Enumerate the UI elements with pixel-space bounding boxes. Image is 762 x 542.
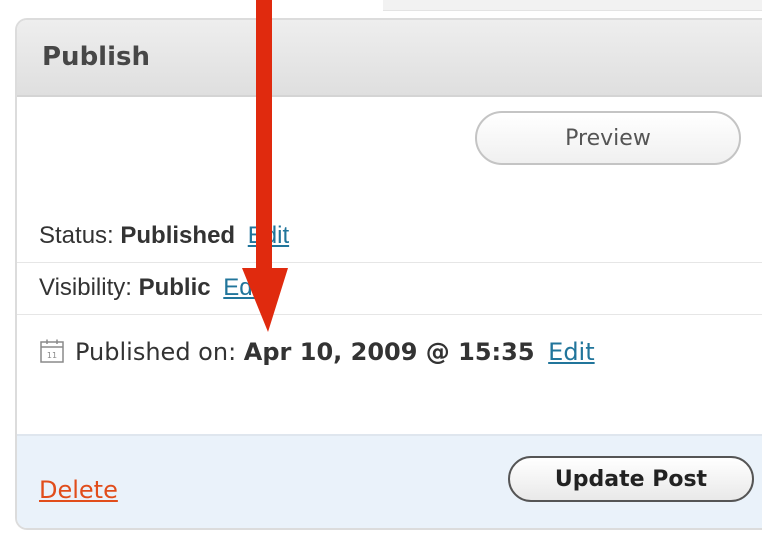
preview-button[interactable]: Preview: [475, 111, 741, 165]
published-on-value: Apr 10, 2009 @ 15:35: [243, 338, 535, 366]
visibility-row: Visibility: Public Edit: [17, 262, 762, 315]
published-on-edit-link[interactable]: Edit: [548, 338, 594, 366]
calendar-day-text: 11: [47, 351, 57, 360]
calendar-icon: 11: [40, 339, 64, 363]
status-value: Published: [120, 222, 236, 249]
visibility-edit-link[interactable]: Edit: [223, 274, 264, 301]
status-label: Status:: [39, 222, 114, 249]
update-post-button[interactable]: Update Post: [508, 456, 754, 502]
visibility-label: Visibility:: [39, 274, 132, 301]
status-edit-link[interactable]: Edit: [248, 222, 289, 249]
delete-link[interactable]: Delete: [39, 476, 118, 504]
major-publishing-actions: Delete Update Post: [17, 434, 762, 528]
visibility-value: Public: [138, 274, 211, 301]
publish-box-title: Publish: [42, 42, 150, 72]
published-on-row: 11 Published on: Apr 10, 2009 @ 15:35 Ed…: [17, 326, 762, 378]
publish-box-header[interactable]: Publish: [17, 20, 762, 97]
status-row: Status: Published Edit: [17, 210, 762, 263]
published-on-label: Published on:: [75, 338, 237, 366]
top-edge-strip: [383, 0, 762, 11]
publish-box: Publish Preview Status: Published Edit V…: [15, 18, 762, 530]
